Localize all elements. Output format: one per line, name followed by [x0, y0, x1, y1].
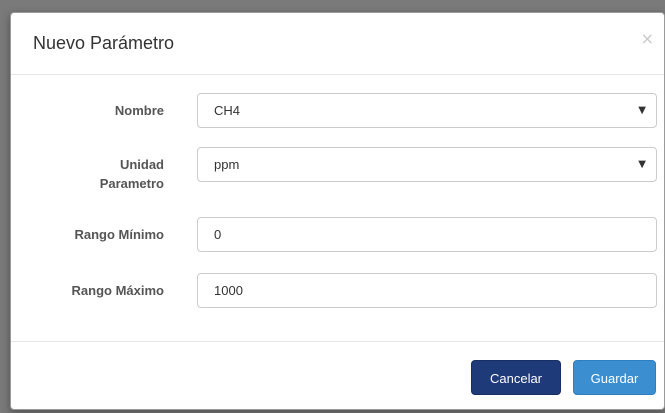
- modal-header: Nuevo Parámetro ×: [11, 13, 664, 75]
- unidad-label: Unidad Parametro: [24, 155, 164, 193]
- nombre-select-value: CH4: [214, 103, 241, 118]
- unidad-select-value: ppm: [214, 157, 240, 172]
- cancel-button[interactable]: Cancelar: [471, 360, 561, 395]
- unidad-label-line1: Unidad: [119, 157, 164, 172]
- rango-minimo-label: Rango Mínimo: [74, 227, 164, 242]
- rango-minimo-input[interactable]: 0: [197, 217, 657, 252]
- modal-footer: Cancelar Guardar: [11, 341, 664, 411]
- save-button[interactable]: Guardar: [573, 360, 656, 395]
- chevron-down-icon: ▼: [638, 159, 646, 170]
- close-icon[interactable]: ×: [641, 31, 654, 47]
- nombre-label: Nombre: [114, 103, 164, 118]
- chevron-down-icon: ▼: [638, 105, 646, 116]
- unidad-select[interactable]: ppm ▼: [197, 147, 657, 182]
- nombre-select[interactable]: CH4 ▼: [197, 93, 657, 128]
- rango-maximo-input[interactable]: 1000: [197, 273, 657, 308]
- new-parameter-dialog: Nuevo Parámetro × Nombre CH4 ▼ Unidad Pa…: [10, 12, 665, 410]
- unidad-label-line2: Parametro: [99, 176, 164, 191]
- rango-maximo-label: Rango Máximo: [71, 283, 164, 298]
- modal-title: Nuevo Parámetro: [33, 33, 175, 53]
